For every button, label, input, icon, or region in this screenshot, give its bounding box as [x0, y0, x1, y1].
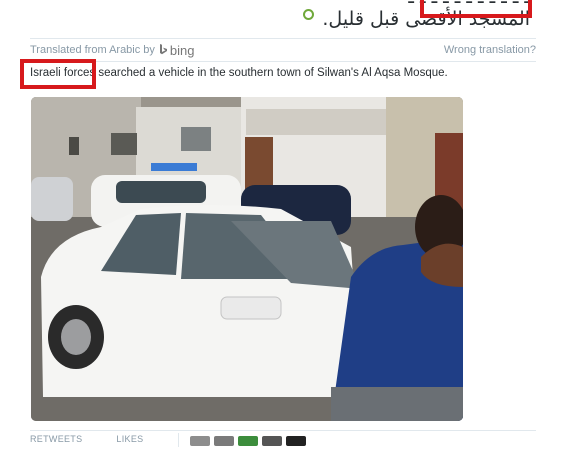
bing-logo[interactable]: bing: [159, 43, 195, 58]
highlight-box-top: [420, 0, 532, 18]
avatar[interactable]: [214, 436, 234, 446]
translation-attribution: Translated from Arabic by bing: [30, 43, 195, 58]
highlight-box-translation: [20, 59, 96, 89]
bing-logo-icon: [159, 44, 167, 55]
tweet-card: ـ ـ ـ ـ ـ ـ ـ ـ ـ ـ ـ المسجد الأقصى قبل …: [0, 0, 566, 447]
tweet-photo[interactable]: [31, 97, 463, 421]
avatar[interactable]: [238, 436, 258, 446]
bing-logo-text: bing: [169, 42, 195, 58]
photo-street-scene: [31, 97, 463, 421]
avatar[interactable]: [262, 436, 282, 446]
translation-label: Translated from Arabic by: [30, 44, 155, 56]
location-dot-icon[interactable]: [303, 8, 315, 20]
stats-divider: [178, 433, 179, 447]
translation-bar: Translated from Arabic by bing Wrong tra…: [30, 38, 536, 62]
wrong-translation-link[interactable]: Wrong translation?: [444, 44, 536, 56]
avatar[interactable]: [190, 436, 210, 446]
avatar[interactable]: [286, 436, 306, 446]
tweet-stats: RETWEETS LIKES: [30, 430, 536, 454]
liker-avatars: [190, 436, 306, 446]
